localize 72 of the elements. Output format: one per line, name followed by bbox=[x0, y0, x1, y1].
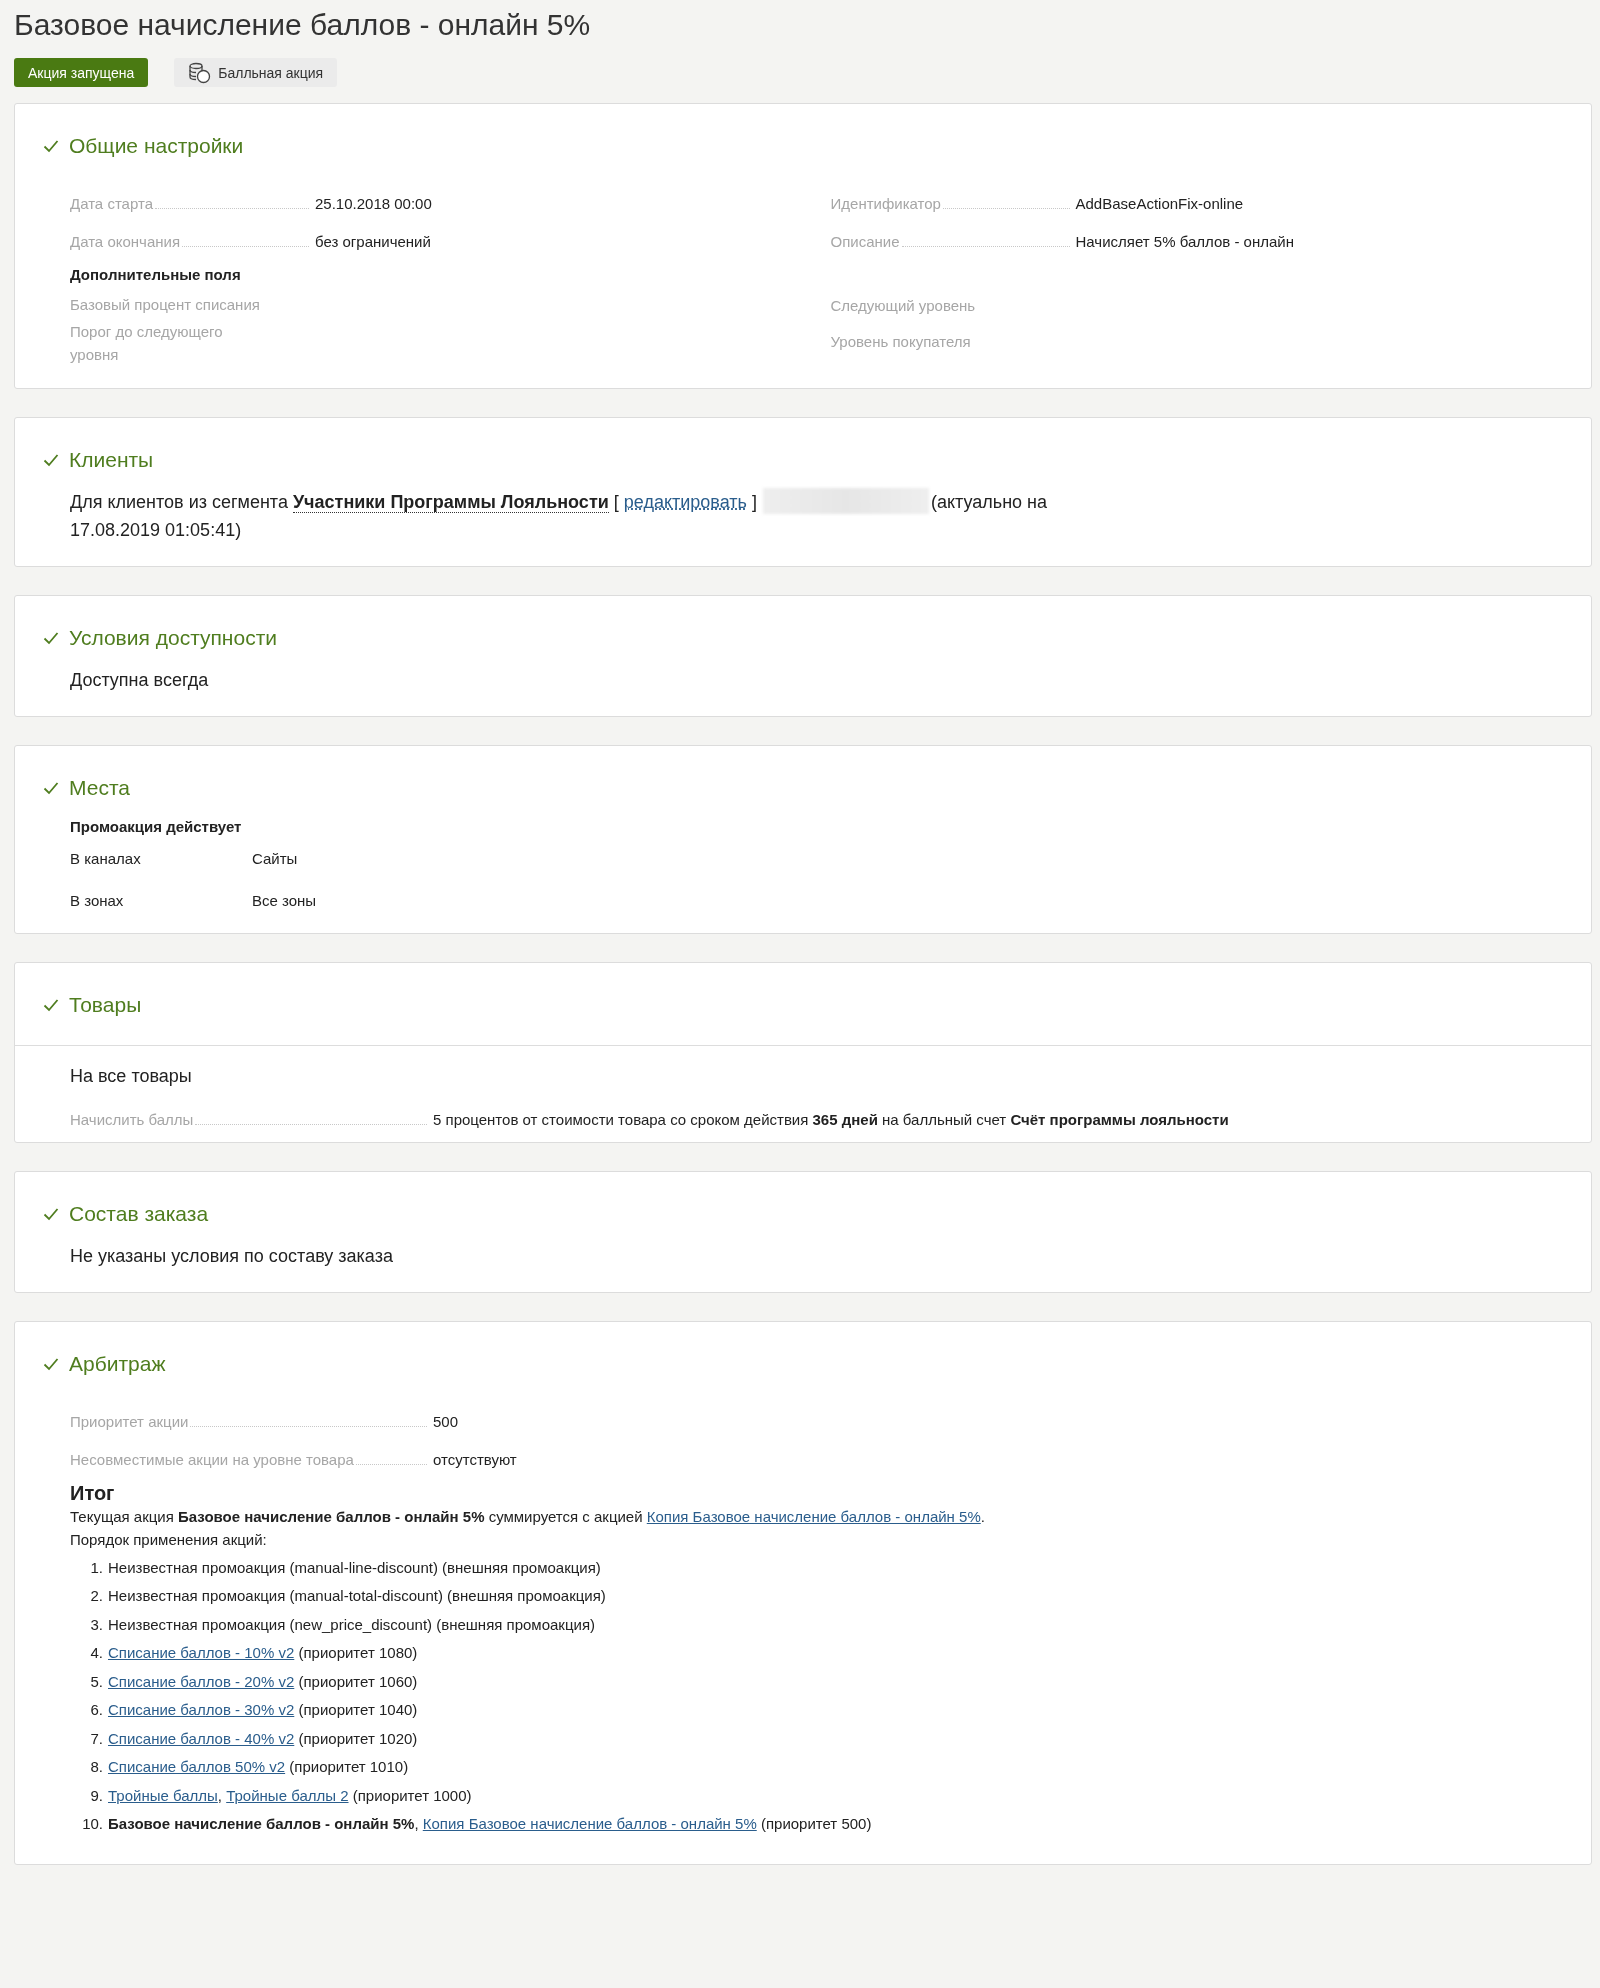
page-title: Базовое начисление баллов - онлайн 5% bbox=[14, 7, 592, 43]
section-title: Общие настройки bbox=[69, 134, 244, 158]
list-item-text: Тройные баллы, Тройные баллы 2 (приоритет 1000) bbox=[108, 1786, 472, 1804]
field-label: Порог до следующего уровня bbox=[70, 322, 224, 365]
section-title: Клиенты bbox=[69, 448, 154, 472]
subsection-title: Дополнительные поля bbox=[70, 266, 242, 283]
summary-text: Текущая акция Базовое начисление баллов - онлайн 5% суммируется с акцией Копия Базовое начисление баллов - онлайн 5%. bbox=[70, 1507, 986, 1527]
link[interactable]: Копия Базовое начисление баллов - онлайн 5% bbox=[422, 1815, 757, 1833]
type-badge: Балльная акция bbox=[174, 58, 338, 87]
list-item-text: Базовое начисление баллов - онлайн 5%, Копия Базовое начисление баллов - онлайн 5% (приоритет 500) bbox=[108, 1815, 872, 1833]
field-value: отсутствуют bbox=[433, 1451, 518, 1468]
list-number: 6. bbox=[89, 1701, 104, 1719]
field-label: Дата окончания bbox=[70, 233, 181, 250]
field-value: 25.10.2018 00:00 bbox=[315, 195, 433, 212]
edit-link[interactable]: редактировать bbox=[623, 492, 747, 512]
section-text: На все товары bbox=[70, 1065, 193, 1088]
field-label: Идентификатор bbox=[830, 195, 941, 212]
list-item-text: Списание баллов 50% v2 (приоритет 1010) bbox=[108, 1758, 409, 1776]
field-label: Начислить баллы bbox=[70, 1111, 194, 1128]
section-title: Арбитраж bbox=[69, 1352, 166, 1376]
link[interactable]: Списание баллов - 20% v2 bbox=[108, 1672, 295, 1690]
link[interactable]: Списание баллов 50% v2 bbox=[108, 1758, 286, 1776]
field-label: Дата старта bbox=[70, 195, 153, 212]
field-value: без ограничений bbox=[315, 233, 432, 250]
field-value: Сайты bbox=[252, 849, 299, 867]
field-label: Приоритет акции bbox=[70, 1413, 189, 1430]
field-label: В каналах bbox=[70, 849, 142, 867]
link[interactable]: Тройные баллы 2 bbox=[226, 1786, 349, 1804]
list-number: 7. bbox=[89, 1729, 104, 1747]
field-value: 5 процентов от стоимости товара со сроком действия 365 дней на балльный счет Счёт программы лояльности bbox=[433, 1111, 1230, 1128]
list-number: 9. bbox=[89, 1786, 104, 1804]
field-label: Следующий уровень bbox=[830, 296, 977, 316]
field-value: Начисляет 5% баллов - онлайн bbox=[1075, 233, 1295, 250]
section-title: Условия доступности bbox=[69, 626, 277, 650]
link[interactable]: Списание баллов - 10% v2 bbox=[108, 1644, 295, 1662]
list-number: 2. bbox=[89, 1587, 104, 1605]
list-item-text: Списание баллов - 20% v2 (приоритет 1060) bbox=[108, 1672, 418, 1690]
link[interactable]: Списание баллов - 30% v2 bbox=[108, 1701, 295, 1719]
link[interactable]: Тройные баллы bbox=[108, 1786, 218, 1804]
coins-icon bbox=[188, 61, 213, 84]
field-label: Описание bbox=[830, 233, 900, 250]
list-number: 8. bbox=[89, 1758, 104, 1776]
list-item-text: Неизвестная промоакция (manual-total-discount) (внешняя промоакция) bbox=[108, 1587, 606, 1605]
link[interactable]: Копия Базовое начисление баллов - онлайн 5% bbox=[646, 1508, 981, 1525]
list-item-text: Списание баллов - 40% v2 (приоритет 1020) bbox=[108, 1729, 418, 1747]
list-item-text: Неизвестная промоакция (manual-line-discount) (внешняя промоакция) bbox=[108, 1558, 601, 1576]
section-title: Состав заказа bbox=[69, 1202, 209, 1226]
list-number: 3. bbox=[89, 1615, 104, 1633]
order-title: Порядок применения акций: bbox=[70, 1530, 268, 1550]
field-value: Все зоны bbox=[252, 891, 318, 909]
list-item-text: Неизвестная промоакция (new_price_discount) (внешняя промоакция) bbox=[108, 1615, 595, 1633]
list-number: 4. bbox=[89, 1644, 104, 1662]
status-badge: Акция запущена bbox=[14, 58, 149, 87]
link[interactable]: Списание баллов - 40% v2 bbox=[108, 1729, 295, 1747]
list-number: 10. bbox=[81, 1815, 104, 1833]
list-item-text: Списание баллов - 30% v2 (приоритет 1040) bbox=[108, 1701, 418, 1719]
field-label: Базовый процент списания bbox=[70, 295, 260, 315]
field-label: Несовместимые акции на уровне товара bbox=[70, 1451, 354, 1468]
field-value: 500 bbox=[433, 1413, 460, 1430]
section-title: Товары bbox=[69, 993, 142, 1017]
list-item-text: Списание баллов - 10% v2 (приоритет 1080) bbox=[108, 1644, 418, 1662]
section-text: Не указаны условия по составу заказа bbox=[70, 1245, 394, 1268]
section-title: Места bbox=[69, 776, 130, 800]
section-text: Доступна всегда bbox=[70, 669, 210, 692]
field-label: Уровень покупателя bbox=[830, 332, 972, 352]
list-number: 1. bbox=[89, 1558, 104, 1576]
list-number: 5. bbox=[89, 1672, 104, 1690]
subsection-title: Промоакция действует bbox=[70, 818, 243, 835]
summary-title: Итог bbox=[70, 1482, 116, 1505]
segment-text: Для клиентов из сегмента Участники Программы Лояльности [ редактировать ] (актуально на 17.08.2019 01:05:41) bbox=[70, 488, 1060, 544]
field-value: AddBaseActionFix-online bbox=[1075, 195, 1245, 212]
field-label: В зонах bbox=[70, 891, 125, 909]
